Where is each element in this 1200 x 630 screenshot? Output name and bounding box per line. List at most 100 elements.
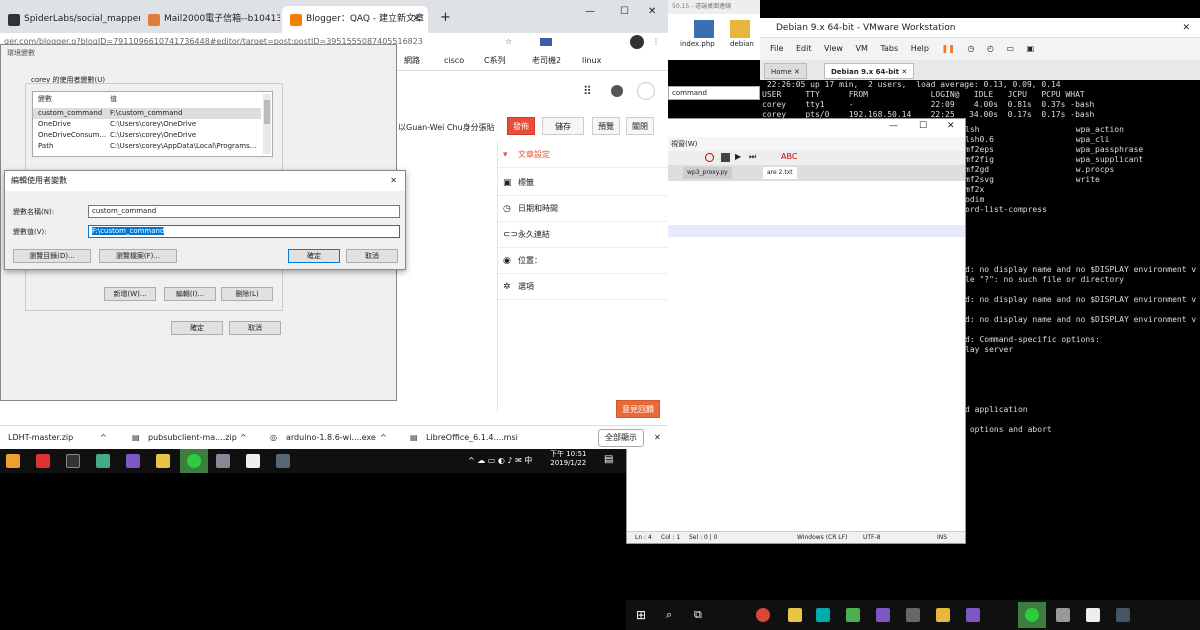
bookmark-folder[interactable]: linux bbox=[582, 51, 601, 71]
app-icon[interactable] bbox=[906, 608, 920, 622]
vs-icon[interactable] bbox=[876, 608, 890, 622]
browse-file-button[interactable]: 瀏覽檔案(F)... bbox=[99, 249, 177, 263]
download-item[interactable]: arduino-1.8.6-wi....exe bbox=[286, 426, 376, 450]
chrome-icon[interactable] bbox=[756, 608, 770, 622]
editor-text-area[interactable] bbox=[627, 181, 965, 531]
new-tab-button[interactable]: + bbox=[440, 10, 451, 25]
windows-start-icon[interactable]: ⊞ bbox=[636, 608, 646, 622]
close-icon[interactable]: ✕ bbox=[390, 171, 397, 191]
bookmark-folder[interactable]: 老司機2 bbox=[532, 51, 561, 71]
bookmark-folder[interactable]: cisco bbox=[444, 51, 464, 71]
tab-mail2000[interactable]: Mail2000電子信箱--b10413030 bbox=[140, 6, 280, 33]
download-item[interactable]: LibreOffice_6.1.4....msi bbox=[426, 426, 518, 450]
stop-icon[interactable] bbox=[721, 153, 730, 162]
ok-button[interactable]: 確定 bbox=[171, 321, 223, 335]
scrollbar-thumb[interactable] bbox=[264, 100, 270, 124]
list-scrollbar[interactable] bbox=[263, 94, 271, 154]
download-item[interactable]: LDHT-master.zip bbox=[8, 426, 73, 450]
remote-desktop-icon[interactable] bbox=[1116, 608, 1130, 622]
cancel-button[interactable]: 取消 bbox=[229, 321, 281, 335]
shield-icon[interactable] bbox=[246, 454, 260, 468]
ok-button[interactable]: 確定 bbox=[288, 249, 340, 263]
tab-vm[interactable]: Debian 9.x 64-bit ✕ bbox=[824, 63, 915, 79]
desktop-icon-label[interactable]: index.php bbox=[680, 40, 715, 48]
close-icon[interactable]: ✕ bbox=[947, 121, 955, 131]
vs-icon[interactable] bbox=[966, 608, 980, 622]
menu-tabs[interactable]: Tabs bbox=[880, 44, 898, 53]
bookmark-folder[interactable]: 網路 bbox=[404, 51, 420, 71]
search-icon[interactable]: ⌕ bbox=[666, 608, 672, 622]
close-icon[interactable]: ✕ bbox=[648, 6, 656, 17]
desktop-icon-label[interactable]: debian bbox=[730, 40, 754, 48]
preview-button[interactable]: 預覽 bbox=[592, 117, 620, 135]
revert-icon[interactable]: ◴ bbox=[987, 44, 994, 53]
menu-dots-icon[interactable]: ⋮ bbox=[652, 33, 660, 51]
search-input[interactable]: command bbox=[668, 86, 760, 100]
list-item[interactable]: OneDrive C:\Users\corey\OneDrive bbox=[33, 119, 261, 130]
close-icon[interactable]: ✕ bbox=[654, 426, 661, 450]
folder-icon[interactable] bbox=[788, 608, 802, 622]
minimize-icon[interactable]: — bbox=[585, 6, 595, 17]
close-button[interactable]: 關閉 bbox=[626, 117, 654, 135]
network-icon[interactable] bbox=[1056, 608, 1070, 622]
minimize-icon[interactable]: — bbox=[889, 121, 898, 131]
save-button[interactable]: 儲存 bbox=[542, 117, 584, 135]
menu-window[interactable]: 視窗(W) bbox=[671, 140, 697, 148]
app-icon[interactable] bbox=[846, 608, 860, 622]
tab-wp3-proxy[interactable]: wp3_proxy.py bbox=[683, 167, 732, 179]
menu-view[interactable]: View bbox=[824, 44, 843, 53]
setting-permalink[interactable]: ⊂⊃ 永久連結 bbox=[498, 222, 668, 248]
play-icon[interactable]: ▶ bbox=[735, 152, 741, 161]
delete-system-var-button[interactable]: 刪除(L) bbox=[221, 287, 273, 301]
variable-value-field[interactable]: F:\custom_command bbox=[88, 225, 400, 238]
vs-icon[interactable] bbox=[126, 454, 140, 468]
taskbar-clock[interactable]: 下午 10:51 2019/1/22 bbox=[550, 450, 586, 468]
list-item[interactable]: Path C:\Users\corey\AppData\Local\Progra… bbox=[33, 141, 261, 152]
browse-directory-button[interactable]: 瀏覽目錄(D)... bbox=[13, 249, 91, 263]
download-item[interactable]: pubsubclient-ma....zip bbox=[148, 426, 237, 450]
avatar[interactable] bbox=[637, 82, 655, 100]
task-view-icon[interactable]: ⧉ bbox=[694, 608, 702, 622]
notifications-icon[interactable] bbox=[611, 85, 623, 97]
feedback-button[interactable]: 意見回饋 bbox=[616, 400, 660, 418]
more-icon[interactable]: ^ bbox=[380, 426, 387, 450]
tab-are2[interactable]: are 2.txt bbox=[763, 167, 797, 179]
menu-edit[interactable]: Edit bbox=[796, 44, 812, 53]
tab-blogger[interactable]: Blogger：QAQ - 建立新文章 ✕ bbox=[282, 6, 428, 33]
folder-icon[interactable] bbox=[156, 454, 170, 468]
menu-help[interactable]: Help bbox=[911, 44, 929, 53]
bookmark-folder[interactable]: C系列 bbox=[484, 51, 506, 71]
menu-file[interactable]: File bbox=[770, 44, 783, 53]
play-multiple-icon[interactable]: ⏭ bbox=[749, 152, 756, 162]
more-icon[interactable]: ^ bbox=[240, 426, 247, 450]
record-icon[interactable] bbox=[705, 153, 714, 162]
menu-vm[interactable]: VM bbox=[856, 44, 868, 53]
fullscreen-icon[interactable]: ▭ bbox=[1007, 44, 1015, 53]
new-system-var-button[interactable]: 新增(W)... bbox=[104, 287, 156, 301]
show-all-downloads-button[interactable]: 全部顯示 bbox=[598, 429, 644, 447]
setting-location[interactable]: ◉ 位置： bbox=[498, 248, 668, 274]
publish-button[interactable]: 發佈 bbox=[507, 117, 535, 135]
unity-icon[interactable]: ▣ bbox=[1027, 44, 1035, 53]
apps-grid-icon[interactable]: ⠿ bbox=[583, 84, 592, 98]
maximize-icon[interactable]: ☐ bbox=[919, 121, 927, 131]
network-icon[interactable] bbox=[216, 454, 230, 468]
maximize-icon[interactable]: ☐ bbox=[620, 6, 629, 17]
notification-center-icon[interactable]: ▤ bbox=[604, 454, 613, 465]
pause-icon[interactable]: ❚❚ bbox=[942, 44, 955, 53]
app-icon[interactable] bbox=[36, 454, 50, 468]
avatar[interactable] bbox=[630, 35, 644, 49]
snapshot-icon[interactable]: ◷ bbox=[967, 44, 974, 53]
settings-header[interactable]: ▾ 文章設定 bbox=[498, 142, 668, 168]
variable-name-field[interactable]: custom_command bbox=[88, 205, 400, 218]
setting-labels[interactable]: ▣ 標籤 bbox=[498, 170, 668, 196]
more-icon[interactable]: ^ bbox=[100, 426, 107, 450]
list-item[interactable]: OneDriveConsum... C:\Users\corey\OneDriv… bbox=[33, 130, 261, 141]
photos-icon[interactable] bbox=[96, 454, 110, 468]
list-item[interactable]: custom_command F:\custom_command bbox=[33, 108, 261, 119]
edit-system-var-button[interactable]: 編輯(I)... bbox=[164, 287, 216, 301]
app-icon[interactable] bbox=[816, 608, 830, 622]
folder-icon[interactable] bbox=[936, 608, 950, 622]
cancel-button[interactable]: 取消 bbox=[346, 249, 398, 263]
spellcheck-icon[interactable]: ABC bbox=[781, 152, 797, 161]
